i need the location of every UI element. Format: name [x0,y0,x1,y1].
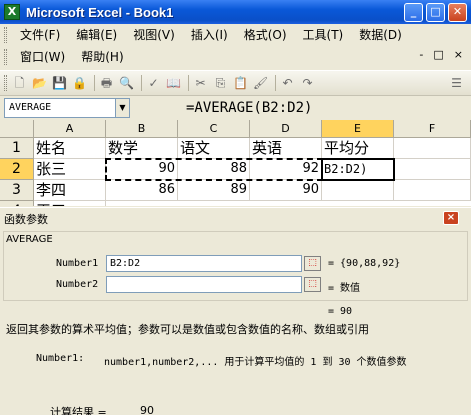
print-icon[interactable]: 🖶 [98,75,115,92]
function-arguments-dialog: 函数参数 × AVERAGE Number1 B2:D2 ⬚ = {90,88,… [0,207,471,415]
cell-d3[interactable]: 90 [250,180,322,201]
doc-restore-button[interactable]: □ [433,48,443,61]
menu-grip-handle[interactable] [4,49,7,65]
menu-edit[interactable]: 编辑(E) [71,25,122,45]
cell-f1[interactable] [394,138,471,159]
menu-format[interactable]: 格式(O) [239,25,292,45]
toolbar-separator [188,75,189,91]
calc-result-value: 90 [140,404,154,415]
column-header[interactable]: C [178,120,250,138]
new-icon[interactable]: 🗋 [11,75,28,92]
chevron-down-icon[interactable]: ▼ [116,98,130,118]
cell-a2[interactable]: 张三 [34,159,106,180]
row-header-active[interactable]: 2 [0,159,34,180]
formula-bar: AVERAGE ▼ =AVERAGE(B2:D2) [0,97,471,119]
calc-result-label: 计算结果 = [50,406,107,415]
row-header[interactable]: 4 [0,201,34,206]
number2-input[interactable] [106,276,302,293]
excel-window: X Microsoft Excel - Book1 _ □ ✕ 文件(F) 编辑… [0,0,471,415]
column-header[interactable]: F [394,120,471,138]
title-bar: X Microsoft Excel - Book1 _ □ ✕ [0,0,471,24]
cell-c1[interactable]: 语文 [178,138,250,159]
dialog-title: 函数参数 [4,213,48,226]
number1-result: = {90,88,92} [328,258,401,269]
copy-icon[interactable]: ⎘ [212,75,229,92]
document-controls: - □ × [419,48,463,61]
paste-icon[interactable]: 📋 [232,75,249,92]
menu-bar-continued: 窗口(W) 帮助(H) - □ × [0,46,471,68]
number1-label: Number1 [56,258,99,269]
row-header[interactable]: 1 [0,138,34,159]
redo-icon[interactable]: ↷ [299,75,316,92]
column-header[interactable]: B [106,120,178,138]
toolbar-separator [275,75,276,91]
cell-f2[interactable] [394,159,471,180]
menu-tools[interactable]: 工具(T) [298,25,349,45]
collapse-dialog-icon[interactable]: ⬚ [304,277,321,292]
menu-help[interactable]: 帮助(H) [76,47,128,67]
maximize-button[interactable]: □ [426,2,445,22]
column-header-active[interactable]: E [322,120,394,138]
argument-help-text: number1,number2,... 用于计算平均值的 1 到 30 个数值参… [104,357,407,368]
format-painter-icon[interactable]: 🖌 [252,75,269,92]
menu-window[interactable]: 窗口(W) [15,47,70,67]
collapse-dialog-icon[interactable]: ⬚ [304,256,321,271]
cell-b1[interactable]: 数学 [106,138,178,159]
cut-icon[interactable]: ✂ [192,75,209,92]
undo-icon[interactable]: ↶ [279,75,296,92]
cell-b3[interactable]: 86 [106,180,178,201]
select-all-corner[interactable] [0,120,34,138]
active-cell-border [321,158,395,181]
toolbar-grip-handle[interactable] [4,75,7,91]
toolbar-separator [94,75,95,91]
cell-e3[interactable] [322,180,394,201]
number1-input[interactable]: B2:D2 [106,255,302,272]
open-icon[interactable]: 📂 [31,75,48,92]
cell-c3[interactable]: 89 [178,180,250,201]
cell-e1[interactable]: 平均分 [322,138,394,159]
spelling-icon[interactable]: ✓ [145,75,162,92]
window-title: Microsoft Excel - Book1 [26,4,174,20]
menu-data[interactable]: 数据(D) [354,25,407,45]
menu-file[interactable]: 文件(F) [15,25,65,45]
column-header[interactable]: A [34,120,106,138]
cell-a3[interactable]: 李四 [34,180,106,201]
research-icon[interactable]: 📖 [165,75,182,92]
excel-icon[interactable]: X [4,4,20,20]
print-preview-icon[interactable]: 🔍 [118,75,135,92]
range-marquee [105,158,323,181]
menu-insert[interactable]: 插入(I) [186,25,233,45]
row-header[interactable]: 3 [0,180,34,201]
minimize-button[interactable]: _ [404,2,423,22]
name-box[interactable]: AVERAGE [4,98,116,118]
cell-a1[interactable]: 姓名 [34,138,106,159]
column-header[interactable]: D [250,120,322,138]
formula-result: = 90 [328,306,353,317]
function-description: 返回其参数的算术平均值；参数可以是数值或包含数值的名称、数组或引用 [6,323,369,336]
cell-a4[interactable]: 王五 [34,201,106,206]
doc-minimize-button[interactable]: - [419,48,423,61]
cell-f3[interactable] [394,180,471,201]
permission-icon[interactable]: 🔒 [71,75,88,92]
worksheet-grid: A B C D E F 1 2 3 4 姓名 数学 语文 英语 平均分 张三 9… [0,120,471,206]
menu-options-icon[interactable]: ☰ [448,75,465,92]
doc-close-button[interactable]: × [454,48,463,61]
menu-bar: 文件(F) 编辑(E) 视图(V) 插入(I) 格式(O) 工具(T) 数据(D… [0,24,471,46]
formula-input[interactable]: =AVERAGE(B2:D2) [186,100,312,116]
dialog-close-button[interactable]: × [443,211,459,225]
standard-toolbar: 🗋 📂 💾 🔒 🖶 🔍 ✓ 📖 ✂ ⎘ 📋 🖌 ↶ ↷ ☰ [0,70,471,96]
number2-result: = 数值 [328,283,361,294]
save-icon[interactable]: 💾 [51,75,68,92]
number2-label: Number2 [56,279,99,290]
function-name-label: AVERAGE [6,234,53,245]
menu-grip-handle[interactable] [4,27,7,43]
close-button[interactable]: ✕ [448,2,467,22]
argument-help-label: Number1: [36,353,85,364]
toolbar-separator [141,75,142,91]
cell-d1[interactable]: 英语 [250,138,322,159]
menu-view[interactable]: 视图(V) [128,25,180,45]
